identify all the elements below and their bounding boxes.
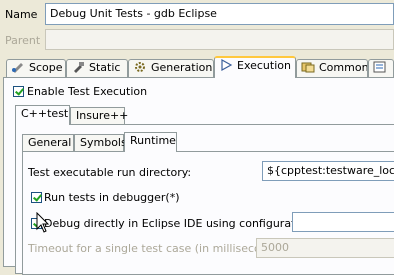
main-tab-row: Scope Static Generation Execution Common	[0, 56, 394, 78]
generation-icon	[135, 62, 145, 72]
tab-symbols[interactable]: Symbols	[74, 134, 127, 152]
tab-more[interactable]	[368, 59, 394, 77]
static-icon	[74, 62, 84, 73]
tab-static[interactable]: Static	[66, 59, 128, 77]
tab-label: Execution	[237, 59, 291, 72]
tab-general[interactable]: General	[22, 134, 74, 152]
tab-insure[interactable]: Insure++	[70, 107, 128, 125]
enable-test-execution-label: Enable Test Execution	[27, 85, 148, 98]
tab-cpptest[interactable]: C++test	[15, 105, 70, 125]
tab-label: Static	[89, 61, 121, 74]
name-label: Name	[5, 8, 38, 21]
tab-label: Scope	[29, 61, 63, 74]
tab-scope[interactable]: Scope	[6, 59, 66, 77]
name-field[interactable]: Debug Unit Tests - gdb Eclipse	[45, 3, 394, 25]
run-directory-field[interactable]: ${cpptest:testware_loc}	[262, 161, 394, 181]
cpptest-panel: General Symbols Runtime Test executable …	[15, 124, 394, 275]
debug-eclipse-label: Debug directly in Eclipse IDE using conf…	[44, 217, 316, 230]
tab-common[interactable]: Common	[296, 59, 368, 77]
tab-label: Generation	[151, 61, 213, 74]
tab-execution[interactable]: Execution	[214, 56, 296, 78]
run-directory-label: Test executable run directory:	[28, 166, 192, 179]
execution-panel: Enable Test Execution C++test Insure++ G…	[3, 77, 394, 275]
tab-label: Common	[319, 61, 368, 74]
run-in-debugger-checkbox[interactable]	[31, 192, 42, 203]
more-icon	[373, 61, 386, 73]
timeout-field: 5000	[256, 238, 394, 258]
parent-field	[45, 29, 394, 50]
mouse-cursor-icon	[36, 212, 50, 233]
tab-generation[interactable]: Generation	[128, 59, 214, 77]
common-icon	[301, 62, 315, 73]
run-in-debugger-label: Run tests in debugger(*)	[44, 191, 180, 204]
execution-icon	[221, 59, 233, 71]
timeout-label: Timeout for a single test case (in milli…	[28, 242, 289, 255]
enable-test-execution-checkbox[interactable]	[13, 86, 24, 97]
scope-icon	[12, 63, 23, 73]
debug-config-field[interactable]	[292, 212, 394, 232]
runtime-panel: Test executable run directory: ${cpptest…	[22, 151, 394, 275]
tab-runtime[interactable]: Runtime	[124, 132, 177, 152]
parent-label: Parent	[5, 34, 41, 47]
